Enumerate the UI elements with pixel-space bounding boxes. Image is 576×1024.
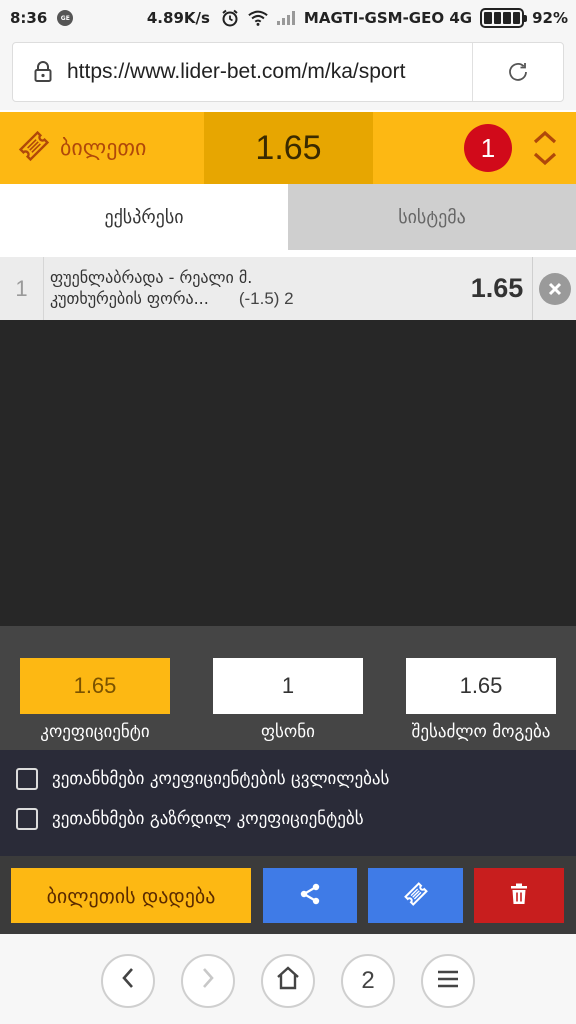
agree-odds-change-row[interactable]: ვეთანხმები კოეფიციენტების ცვლილებას: [16, 768, 389, 790]
ticket-button[interactable]: [368, 868, 463, 923]
tabs-count-button[interactable]: 2: [341, 954, 395, 1008]
carrier-label: MAGTI-GSM-GEO 4G: [303, 9, 473, 27]
agree-increased-odds-row[interactable]: ვეთანხმები გაზრდილ კოეფიციენტებს: [16, 808, 364, 830]
coefficient-label: კოეფიციენტი: [40, 722, 150, 742]
lock-icon: [23, 61, 63, 83]
agree-odds-change-checkbox[interactable]: [16, 768, 38, 790]
network-speed: 4.89K/s: [146, 9, 210, 27]
coefficient-column: 1.65 კოეფიციენტი: [20, 658, 170, 742]
betslip-title-area[interactable]: ბილეთი: [0, 112, 204, 184]
bet-spec: (-1.5) 2: [238, 289, 294, 308]
agreements-section: ვეთანხმები კოეფიციენტების ცვლილებას ვეთა…: [0, 750, 576, 856]
bet-type-tabs: ექსპრესი სისტემა: [0, 184, 576, 250]
share-icon: [298, 882, 322, 910]
home-icon: [275, 965, 301, 997]
possible-win-value: 1.65: [406, 658, 556, 714]
possible-win-label: შესაძლო მოგება: [411, 722, 551, 742]
remove-bet-button[interactable]: [532, 257, 576, 320]
agree-odds-change-label: ვეთანხმები კოეფიციენტების ცვლილებას: [52, 769, 390, 789]
battery-percent: 92%: [532, 9, 568, 27]
tab-express[interactable]: ექსპრესი: [0, 184, 288, 250]
betslip-header: ბილეთი 1.65 1: [0, 112, 576, 184]
bet-odds: 1.65: [470, 273, 524, 303]
browser-toolbar: https://www.lider-bet.com/m/ka/sport: [0, 36, 576, 110]
ticket-icon: [16, 128, 52, 168]
menu-button[interactable]: [421, 954, 475, 1008]
betslip-empty-area: [0, 320, 576, 626]
battery-icon: [480, 8, 528, 28]
delete-button[interactable]: [474, 868, 564, 923]
url-text[interactable]: https://www.lider-bet.com/m/ka/sport: [67, 60, 472, 84]
place-bet-button[interactable]: ბილეთის დადება: [11, 868, 251, 923]
action-bar: ბილეთის დადება: [0, 856, 576, 934]
browser-bottom-nav: 2: [0, 934, 576, 1024]
agree-increased-odds-checkbox[interactable]: [16, 808, 38, 830]
bet-market-line: კუთხურების ფორა... (-1.5) 2: [50, 289, 462, 309]
status-bar: 8:36 GE 4.89K/s MAGTI-GSM-GEO 4G 92%: [0, 0, 576, 36]
menu-icon: [437, 967, 459, 995]
stake-column: 1 ფსონი: [213, 658, 363, 742]
reload-icon[interactable]: [473, 43, 563, 101]
notification-icon: GE: [57, 10, 74, 26]
selections-count-badge: 1: [464, 124, 512, 172]
home-button[interactable]: [261, 954, 315, 1008]
forward-button[interactable]: [181, 954, 235, 1008]
bet-row: 1 ფუენლაბრადა - რეალი მ. კუთხურების ფორა…: [0, 257, 576, 320]
stake-label: ფსონი: [261, 722, 315, 742]
status-time: 8:36: [10, 9, 48, 27]
close-icon: [538, 272, 571, 305]
win-column: 1.65 შესაძლო მოგება: [406, 658, 556, 742]
total-odds: 1.65: [204, 112, 373, 184]
back-button[interactable]: [101, 954, 155, 1008]
coefficient-value: 1.65: [20, 658, 170, 714]
chevron-right-icon: [200, 967, 216, 996]
address-bar[interactable]: https://www.lider-bet.com/m/ka/sport: [12, 42, 564, 102]
bet-match: ფუენლაბრადა - რეალი მ.: [50, 268, 253, 287]
chevron-left-icon: [120, 967, 136, 996]
ticket-icon: [402, 880, 430, 912]
agree-increased-odds-label: ვეთანხმები გაზრდილ კოეფიციენტებს: [52, 809, 364, 829]
trash-icon: [509, 883, 529, 909]
bet-market: კუთხურების ფორა...: [50, 289, 209, 308]
stake-input[interactable]: 1: [213, 658, 363, 714]
header-right: 1: [373, 112, 576, 184]
betslip-summary: 1.65 კოეფიციენტი 1 ფსონი 1.65 შესაძლო მო…: [0, 626, 576, 750]
tab-system[interactable]: სისტემა: [288, 184, 576, 250]
alarm-icon: [220, 8, 240, 28]
chevron-updown-icon[interactable]: [532, 129, 558, 167]
status-right: 4.89K/s MAGTI-GSM-GEO 4G 92%: [147, 8, 568, 28]
wifi-icon: [248, 8, 268, 28]
share-button[interactable]: [263, 868, 357, 923]
bet-index: 1: [0, 257, 44, 320]
signal-icon: [276, 8, 296, 28]
betslip-title: ბილეთი: [60, 135, 147, 161]
bet-info: ფუენლაბრადა - რეალი მ. კუთხურების ფორა..…: [44, 257, 462, 320]
